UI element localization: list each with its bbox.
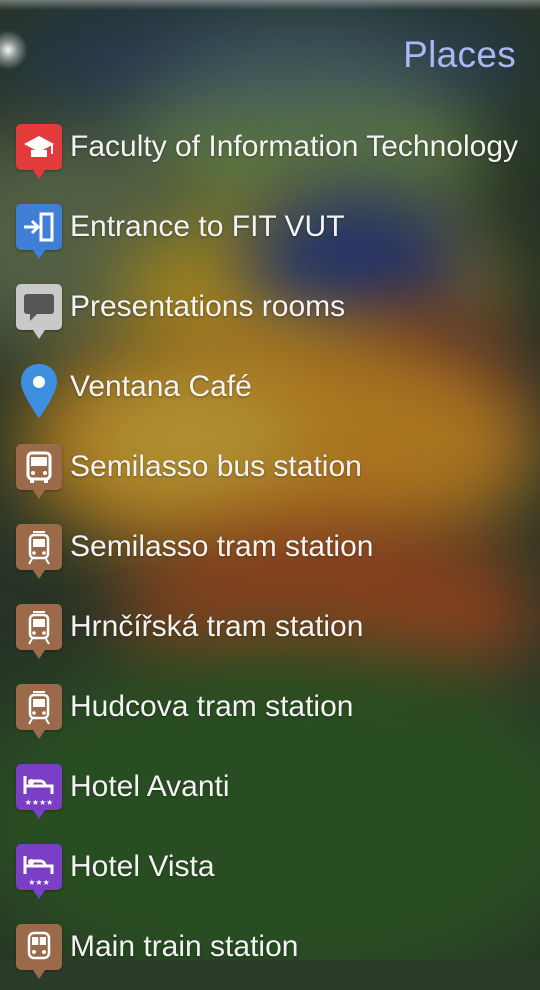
- entrance-icon: [16, 204, 62, 259]
- places-list: Faculty of Information Technology Entran…: [0, 110, 540, 990]
- speech-bubble-icon: [16, 284, 62, 339]
- hotel-icon: ★★★★: [16, 764, 62, 819]
- list-item-main-train[interactable]: Main train station: [0, 910, 540, 990]
- list-item-hotel-vista[interactable]: ★★★ Hotel Vista: [0, 830, 540, 910]
- page-title: Places: [403, 34, 516, 75]
- train-icon: [16, 924, 62, 979]
- list-item-semilasso-bus[interactable]: Semilasso bus station: [0, 430, 540, 510]
- list-item-label: Main train station: [70, 930, 299, 963]
- list-item-label: Hrnčířská tram station: [70, 610, 364, 643]
- tram-icon: [16, 604, 62, 659]
- school-icon: [16, 124, 62, 179]
- map-marker-icon: [16, 364, 62, 418]
- list-item-entrance[interactable]: Entrance to FIT VUT: [0, 190, 540, 270]
- list-item-label: Hotel Vista: [70, 850, 215, 883]
- bus-icon: [16, 444, 62, 499]
- svg-text:★★★: ★★★: [28, 878, 50, 887]
- list-item-faculty[interactable]: Faculty of Information Technology: [0, 110, 540, 190]
- top-glow: [0, 0, 540, 10]
- list-item-label: Presentations rooms: [70, 290, 346, 323]
- list-item-ventana[interactable]: Ventana Café: [0, 350, 540, 430]
- list-item-hrncirska-tram[interactable]: Hrnčířská tram station: [0, 590, 540, 670]
- tram-icon: [16, 684, 62, 739]
- list-item-label: Ventana Café: [70, 370, 252, 403]
- list-item-label: Semilasso bus station: [70, 450, 362, 483]
- tram-icon: [16, 524, 62, 579]
- list-item-hudcova-tram[interactable]: Hudcova tram station: [0, 670, 540, 750]
- list-item-label: Hudcova tram station: [70, 690, 354, 723]
- hotel-icon: ★★★: [16, 844, 62, 899]
- list-item-label: Faculty of Information Technology: [70, 130, 519, 163]
- list-item-hotel-avanti[interactable]: ★★★★ Hotel Avanti: [0, 750, 540, 830]
- list-item-label: Semilasso tram station: [70, 530, 374, 563]
- list-item-label: Entrance to FIT VUT: [70, 210, 345, 243]
- list-item-semilasso-tram[interactable]: Semilasso tram station: [0, 510, 540, 590]
- list-item-presentations[interactable]: Presentations rooms: [0, 270, 540, 350]
- list-item-label: Hotel Avanti: [70, 770, 230, 803]
- svg-text:★★★★: ★★★★: [25, 798, 54, 807]
